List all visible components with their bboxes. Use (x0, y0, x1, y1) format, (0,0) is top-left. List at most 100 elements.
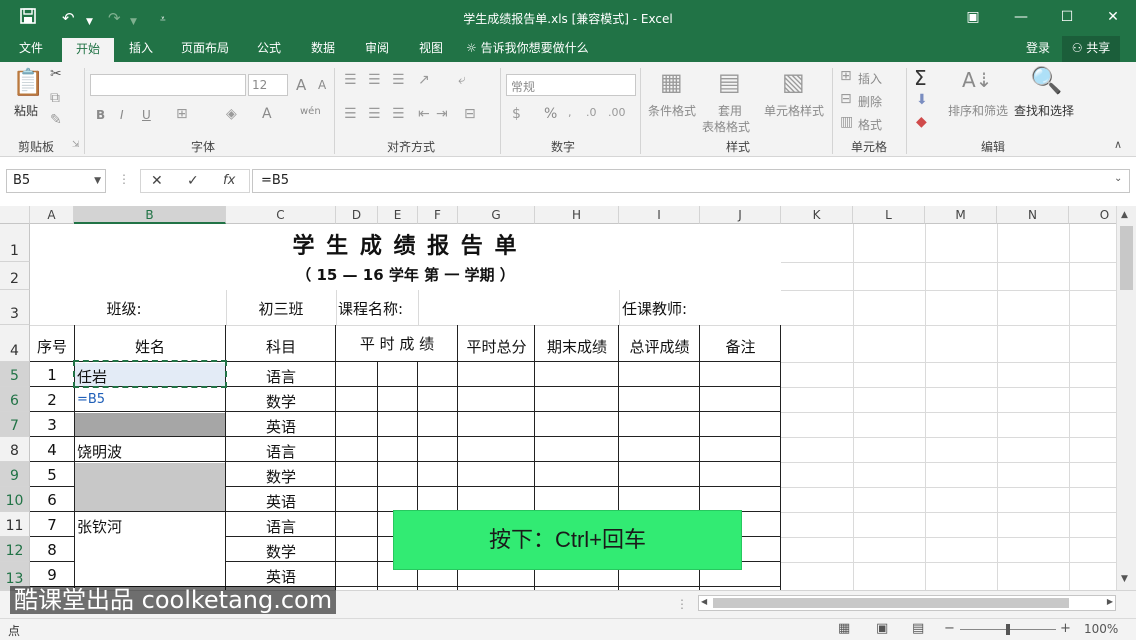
row-header[interactable]: 12 (0, 537, 30, 562)
scroll-left-icon[interactable]: ◀ (701, 597, 707, 606)
column-header[interactable]: E (378, 206, 418, 224)
fill-icon[interactable]: ⬇ (916, 92, 928, 108)
font-name-box[interactable] (90, 74, 246, 96)
decrease-decimal-icon[interactable]: .00 (608, 106, 626, 119)
row-header[interactable]: 9 (0, 462, 30, 487)
record-name-formula[interactable]: =B5 (77, 392, 105, 407)
collapse-ribbon-icon[interactable]: ∧ (1114, 138, 1122, 151)
row-header[interactable]: 4 (0, 325, 30, 362)
align-bottom-icon[interactable]: ☰ (392, 72, 405, 88)
format-as-table-label-2[interactable]: 表格格式 (702, 118, 750, 135)
zoom-slider-thumb[interactable] (1006, 624, 1010, 635)
percent-button[interactable]: % (544, 106, 557, 122)
currency-icon[interactable]: $ (512, 106, 521, 122)
conditional-format-label[interactable]: 条件格式 (648, 102, 696, 119)
row-header[interactable]: 2 (0, 262, 30, 290)
format-cells-icon[interactable]: ▥ (840, 114, 853, 130)
vertical-scroll-thumb[interactable] (1120, 226, 1133, 290)
ribbon-display-options-icon[interactable]: ▣ (958, 6, 988, 28)
wrap-text-icon[interactable]: ⤶ (458, 72, 466, 88)
sort-filter-icon[interactable]: A⇣ (962, 68, 992, 92)
normal-view-icon[interactable]: ▦ (838, 621, 850, 636)
horizontal-scroll-thumb[interactable] (713, 598, 1069, 608)
increase-indent-icon[interactable]: ⇥ (436, 106, 448, 122)
row-header[interactable]: 1 (0, 224, 30, 262)
format-painter-icon[interactable]: ✎ (50, 112, 62, 128)
insert-function-icon[interactable]: fx (223, 173, 235, 188)
sign-in-link[interactable]: 登录 (1020, 36, 1056, 62)
row-header[interactable]: 10 (0, 487, 30, 512)
gray-cell-b7[interactable] (75, 413, 225, 436)
share-button[interactable]: ⚇ 共享 (1062, 36, 1120, 62)
delete-cells-icon[interactable]: ⊟ (840, 91, 852, 107)
enter-entry-icon[interactable]: ✓ (187, 173, 199, 189)
column-header[interactable]: B (74, 206, 226, 224)
tab-file[interactable]: 文件 (8, 36, 54, 62)
close-icon[interactable]: ✕ (1098, 6, 1128, 28)
cell-styles-label[interactable]: 单元格样式 (764, 102, 824, 119)
italic-button[interactable]: I (120, 108, 124, 122)
column-header[interactable]: H (535, 206, 619, 224)
cut-icon[interactable]: ✂ (50, 66, 62, 82)
scroll-right-icon[interactable]: ▶ (1107, 597, 1113, 606)
tab-view[interactable]: 视图 (408, 36, 454, 62)
zoom-out-icon[interactable]: − (944, 621, 955, 636)
autosum-icon[interactable]: Σ (914, 66, 927, 90)
scroll-down-icon[interactable]: ▼ (1121, 574, 1128, 584)
conditional-format-icon[interactable]: ▦ (660, 68, 683, 96)
format-as-table-label-1[interactable]: 套用 (718, 102, 742, 119)
formula-input[interactable]: =B5 (252, 169, 1130, 193)
scroll-up-icon[interactable]: ▲ (1121, 210, 1128, 220)
merge-center-icon[interactable]: ⊟ (464, 106, 476, 122)
format-as-table-icon[interactable]: ▤ (718, 68, 741, 96)
underline-button[interactable]: U (142, 108, 151, 122)
paste-label[interactable]: 粘贴 (14, 102, 38, 119)
cancel-entry-icon[interactable]: ✕ (151, 173, 163, 189)
bold-button[interactable]: B (96, 108, 105, 122)
tell-me-search[interactable]: ☼ 告诉我你想要做什么 (466, 36, 606, 62)
zoom-level[interactable]: 100% (1084, 622, 1118, 636)
borders-icon[interactable]: ⊞ (176, 106, 188, 122)
copy-icon[interactable]: ⧉ (50, 90, 60, 106)
clear-icon[interactable]: ◆ (916, 114, 927, 130)
expand-formula-bar-icon[interactable]: ⌄ (1114, 173, 1122, 184)
column-header[interactable]: M (925, 206, 997, 224)
format-cells-label[interactable]: 格式 (858, 116, 882, 133)
column-header[interactable]: I (619, 206, 700, 224)
tab-review[interactable]: 审阅 (354, 36, 400, 62)
tab-formulas[interactable]: 公式 (246, 36, 292, 62)
name-box[interactable]: B5 ▼ (6, 169, 106, 193)
align-top-icon[interactable]: ☰ (344, 72, 357, 88)
tab-page-layout[interactable]: 页面布局 (172, 36, 238, 62)
phonetic-icon[interactable]: wén (300, 106, 321, 117)
sort-filter-label[interactable]: 排序和筛选 (948, 102, 1008, 119)
maximize-icon[interactable]: ☐ (1052, 6, 1082, 28)
tab-home[interactable]: 开始 (62, 36, 114, 62)
orientation-icon[interactable]: ↗ (418, 72, 430, 88)
column-header[interactable]: J (700, 206, 781, 224)
column-header[interactable]: O (1069, 206, 1116, 224)
tab-data[interactable]: 数据 (300, 36, 346, 62)
dialog-launcher-icon[interactable]: ⇲ (72, 140, 80, 150)
align-center-icon[interactable]: ☰ (368, 106, 381, 122)
delete-cells-label[interactable]: 删除 (858, 93, 882, 110)
shrink-font-icon[interactable]: A (318, 78, 326, 92)
column-header[interactable]: G (458, 206, 535, 224)
insert-cells-icon[interactable]: ⊞ (840, 68, 852, 84)
column-header[interactable]: L (853, 206, 925, 224)
page-break-view-icon[interactable]: ▤ (912, 621, 924, 636)
comma-icon[interactable]: , (568, 106, 572, 119)
number-format-box[interactable]: 常规 (506, 74, 636, 96)
row-header[interactable]: 7 (0, 412, 30, 437)
align-right-icon[interactable]: ☰ (392, 106, 405, 122)
paste-icon[interactable]: 📋 (12, 68, 44, 98)
align-left-icon[interactable]: ☰ (344, 106, 357, 122)
insert-cells-label[interactable]: 插入 (858, 70, 882, 87)
tab-insert[interactable]: 插入 (118, 36, 164, 62)
align-middle-icon[interactable]: ☰ (368, 72, 381, 88)
row-header[interactable]: 6 (0, 387, 30, 412)
row-header[interactable]: 5 (0, 362, 30, 387)
find-select-icon[interactable]: 🔍 (1030, 66, 1062, 96)
decrease-indent-icon[interactable]: ⇤ (418, 106, 430, 122)
gray-cell-b9-b10[interactable] (75, 463, 225, 511)
